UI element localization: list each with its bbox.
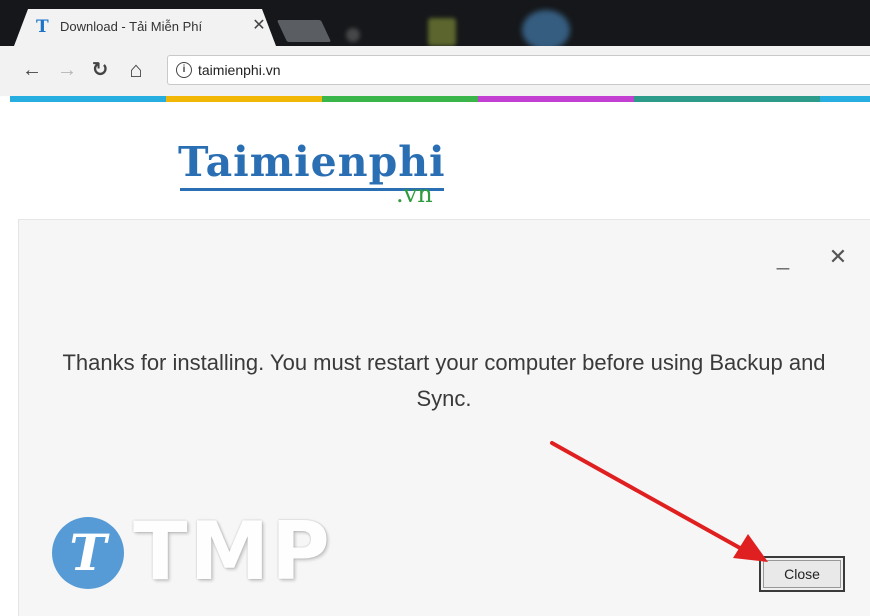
arrow-shaft [550, 441, 742, 550]
arrow-annotation-icon [550, 441, 768, 562]
